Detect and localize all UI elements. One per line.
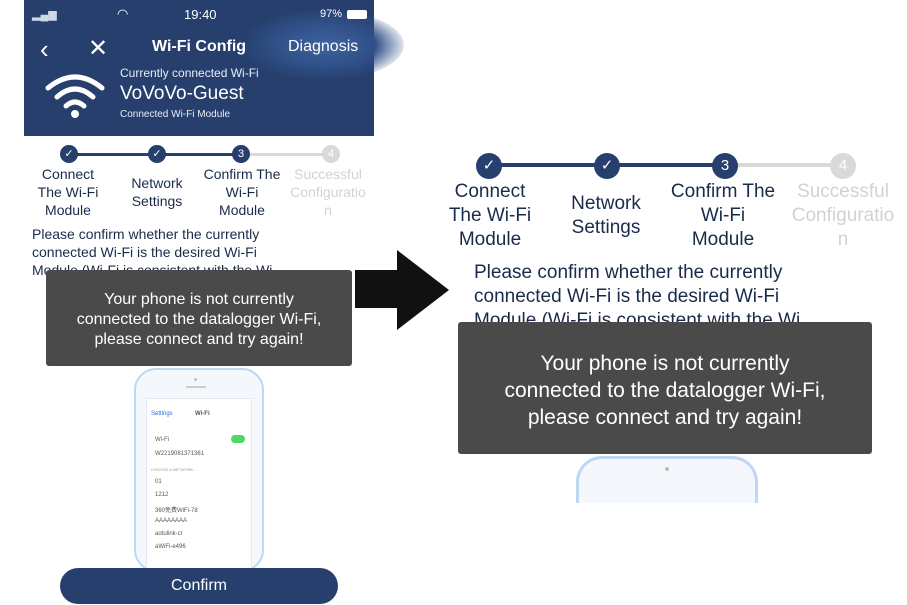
zoom-step-2-label: Network Settings bbox=[571, 193, 641, 238]
step-3-number: 3 bbox=[232, 145, 250, 163]
zoom-error-toast: Your phone is not currently connected to… bbox=[458, 322, 872, 454]
mock-network-4: AAAAAAAA bbox=[155, 518, 188, 524]
back-icon[interactable]: ‹ bbox=[40, 34, 49, 65]
toast-line-2: connected to the datalogger Wi-Fi, bbox=[76, 311, 322, 328]
status-time: 19:40 bbox=[184, 7, 217, 22]
currently-connected-label: Currently connected Wi-Fi bbox=[120, 66, 259, 80]
speaker-slot bbox=[186, 386, 206, 388]
mock-title: Wi-Fi bbox=[195, 411, 210, 417]
zoom-step-3-label: Confirm The Wi-Fi Module bbox=[670, 181, 776, 250]
step-4-label: Successful Configuratio n bbox=[290, 166, 366, 218]
toast-line-3: please connect and try again! bbox=[94, 331, 304, 348]
zoom-camera-dot bbox=[665, 467, 669, 471]
wifi-ssid: VoVoVo-Guest bbox=[120, 83, 244, 104]
steps-pending-line bbox=[240, 153, 330, 156]
mock-network-5: aotulink-cr bbox=[155, 531, 183, 537]
close-icon[interactable]: ✕ bbox=[88, 34, 108, 63]
mock-network-2: 1212 bbox=[155, 492, 169, 498]
zoom-step-2-check-icon: ✓ bbox=[594, 153, 620, 179]
battery-icon bbox=[347, 10, 367, 19]
mock-network-6: aWiFi-e496 bbox=[155, 544, 186, 550]
connected-module-label: Connected Wi-Fi Module bbox=[120, 109, 231, 120]
wifi-status-icon: ◠ bbox=[117, 6, 129, 21]
step-1-check-icon: ✓ bbox=[60, 145, 78, 163]
diagnosis-button[interactable]: Diagnosis bbox=[288, 38, 358, 56]
mock-network-1: 01 bbox=[155, 479, 162, 485]
mock-network-3: 360免费WiFi-78 bbox=[155, 508, 198, 514]
zoom-phone-illustration bbox=[576, 456, 758, 503]
zoom-steps-pending-line bbox=[730, 163, 840, 167]
step-2-label: Network Settings bbox=[131, 175, 183, 209]
wifi-icon bbox=[45, 74, 105, 118]
confirm-button[interactable]: Confirm bbox=[60, 568, 338, 604]
toast-line-1: Your phone is not currently bbox=[104, 291, 294, 308]
phone-illustration: Settings Wi-Fi Wi-Fi W2219081371361 CHOO… bbox=[134, 368, 264, 572]
error-toast: Your phone is not currently connected to… bbox=[46, 270, 352, 366]
camera-dot bbox=[194, 378, 197, 381]
step-3-label: Confirm The Wi-Fi Module bbox=[203, 166, 281, 218]
step-4-number: 4 bbox=[322, 145, 340, 163]
mock-connected-network: W2219081371361 bbox=[155, 451, 205, 457]
zoomed-view: ✓ ✓ 3 4 Connect The Wi-Fi Module Network Se… bbox=[440, 140, 907, 503]
arrow-right-icon bbox=[355, 250, 449, 330]
phone-mock-screen: Settings Wi-Fi Wi-Fi W2219081371361 CHOO… bbox=[146, 398, 252, 570]
zoom-step-3-number: 3 bbox=[712, 153, 738, 179]
step-2-check-icon: ✓ bbox=[148, 145, 166, 163]
signal-icon: ▂▄▆ bbox=[32, 9, 57, 21]
phone-screen-left: ▂▄▆ ◠ 19:40 97% ‹ ✕ Wi-Fi Config Diagnos… bbox=[24, 0, 404, 605]
mock-wifi-toggle bbox=[231, 435, 245, 443]
zoom-step-4-number: 4 bbox=[830, 153, 856, 179]
mock-choose-label: CHOOSE A NETWORK... bbox=[151, 467, 197, 472]
zoom-toast-line-3: please connect and try again! bbox=[527, 406, 803, 429]
battery-percent: 97% bbox=[320, 8, 343, 20]
mock-wifi-label: Wi-Fi bbox=[155, 437, 169, 443]
mock-back-label: Settings bbox=[151, 411, 173, 417]
zoom-step-1-check-icon: ✓ bbox=[476, 153, 502, 179]
header: ▂▄▆ ◠ 19:40 97% ‹ ✕ Wi-Fi Config Diagnos… bbox=[24, 0, 404, 136]
page-title: Wi-Fi Config bbox=[152, 38, 247, 55]
step-1-label: Connect The Wi-Fi Module bbox=[37, 166, 99, 218]
zoom-step-4-label: Successful Configuratio n bbox=[791, 181, 895, 250]
zoom-toast-line-2: connected to the datalogger Wi-Fi, bbox=[504, 379, 826, 402]
zoom-step-1-label: Connect The Wi-Fi Module bbox=[448, 181, 532, 250]
zoom-toast-line-1: Your phone is not currently bbox=[540, 352, 790, 375]
